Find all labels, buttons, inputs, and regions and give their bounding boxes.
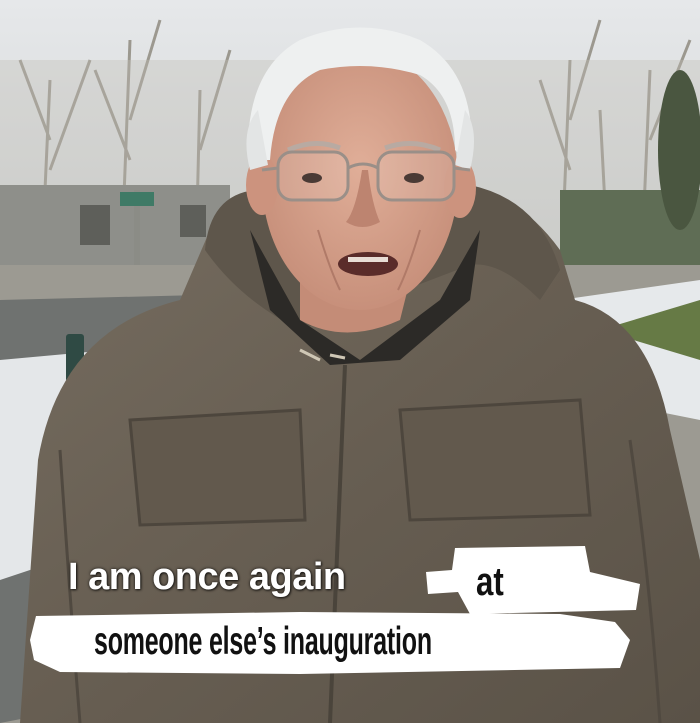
caption-line1: I am once again <box>68 556 346 598</box>
photo-illustration <box>0 0 700 723</box>
right-chest-pocket <box>398 398 592 522</box>
mouth <box>338 252 398 276</box>
meme-image: I am once again at someone else’s inaugu… <box>0 0 700 723</box>
left-chest-pocket <box>128 408 307 527</box>
caption-handwritten-word: at <box>476 560 504 604</box>
caption-line2: someone else’s inauguration <box>94 620 432 663</box>
